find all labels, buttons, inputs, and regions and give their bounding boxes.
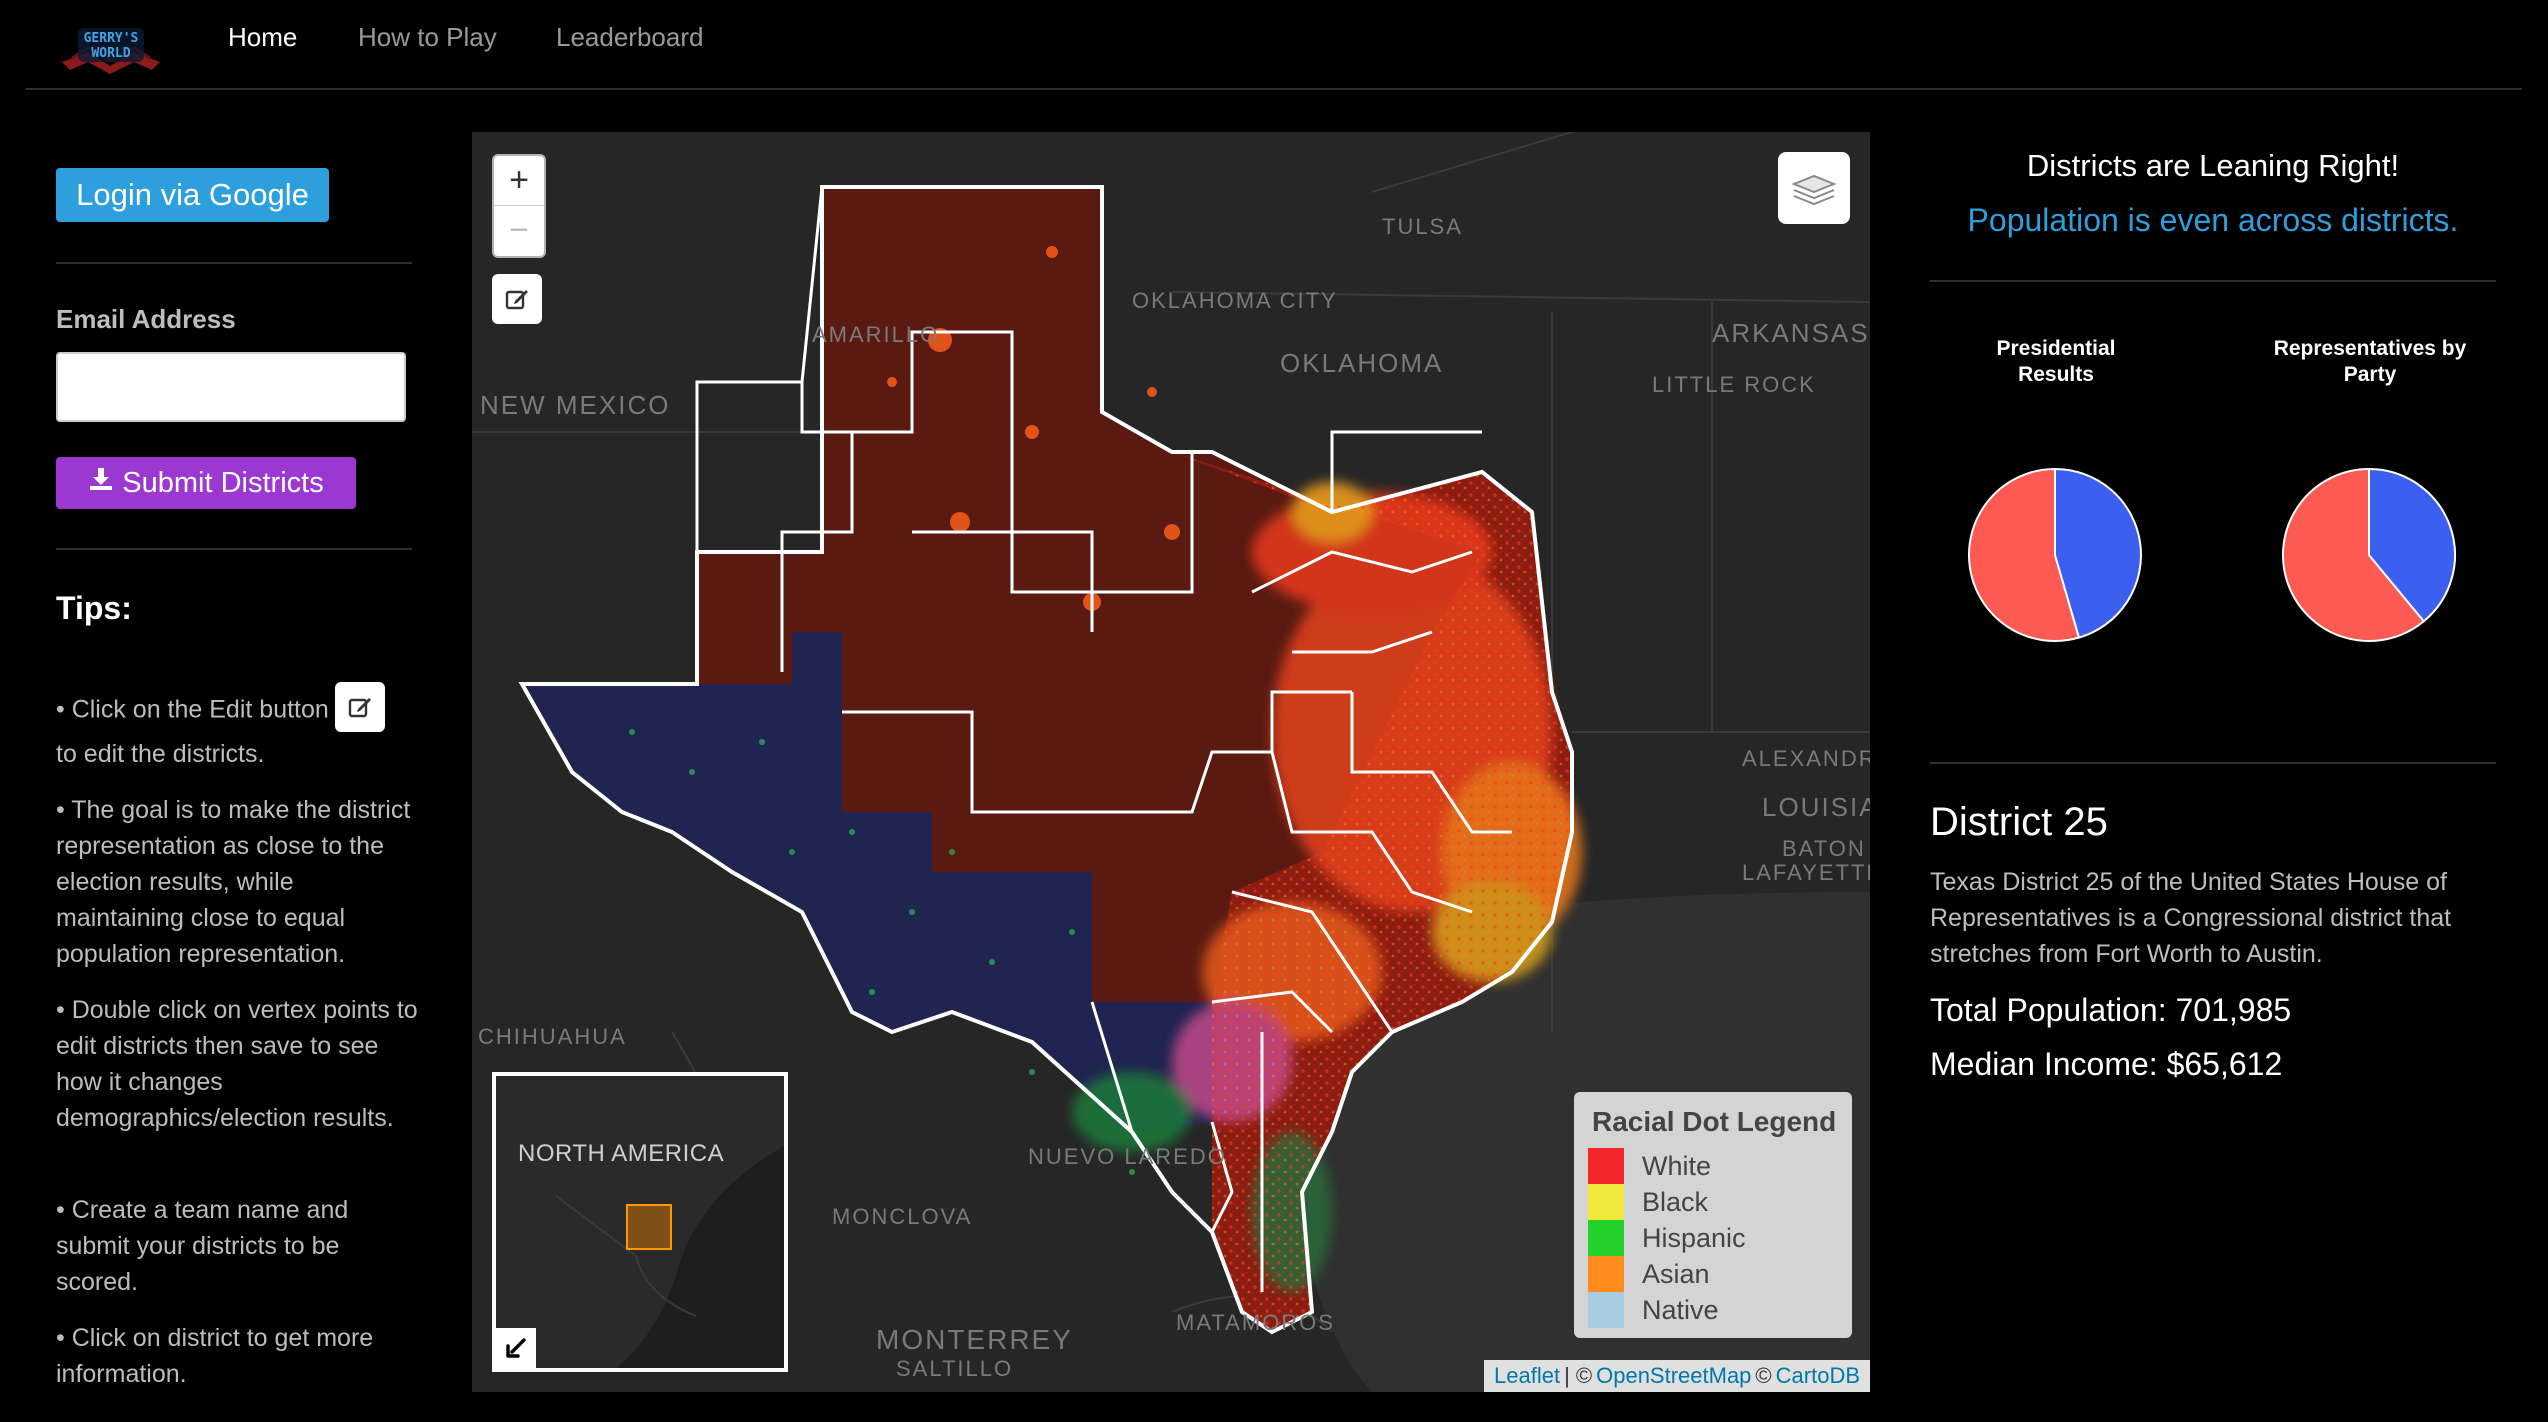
attribution-separator: | © xyxy=(1564,1363,1593,1388)
logo[interactable]: GERRY'S WORLD xyxy=(58,22,164,76)
district-title: District 25 xyxy=(1930,800,2108,844)
map-label: MONTERREY xyxy=(876,1324,1073,1355)
legend-title: Racial Dot Legend xyxy=(1592,1106,1837,1137)
tip-click-district: • Click on district to get more informat… xyxy=(56,1324,374,1388)
svg-text:WORLD: WORLD xyxy=(91,46,130,61)
map-label: SALTILLO xyxy=(896,1356,1014,1381)
zoom-control: + − xyxy=(492,154,546,258)
map-label: LITTLE ROCK xyxy=(1652,372,1816,397)
minimap[interactable]: NORTH AMERICA xyxy=(492,1072,788,1372)
leaflet-link[interactable]: Leaflet xyxy=(1494,1363,1560,1389)
map-label: NUEVO LAREDO xyxy=(1028,1144,1227,1169)
map-label: TULSA xyxy=(1382,214,1463,239)
edit-icon xyxy=(505,290,528,310)
map-label: OKLAHOMA CITY xyxy=(1132,288,1338,313)
legend-label: Asian xyxy=(1642,1258,1710,1289)
email-input[interactable] xyxy=(56,352,406,422)
map-label: CHIHUAHUA xyxy=(478,1024,627,1049)
tip-text: to edit the districts. xyxy=(56,740,265,768)
edit-districts-button[interactable] xyxy=(492,274,542,324)
representatives-by-party-pie[interactable] xyxy=(2280,466,2458,644)
map-label: AMARILLO xyxy=(812,322,940,347)
divider xyxy=(1930,762,2496,764)
minimap-viewport[interactable] xyxy=(626,1204,672,1250)
population-status: Population is even across districts. xyxy=(1967,202,2459,238)
legend-item-white: White xyxy=(1588,1148,1711,1184)
login-google-button[interactable]: Login via Google xyxy=(56,168,329,222)
map-label: NEW MEXICO xyxy=(480,390,671,420)
map-label: LOUISIANA xyxy=(1762,792,1870,822)
navbar-divider xyxy=(26,88,2522,90)
openstreetmap-link[interactable]: OpenStreetMap xyxy=(1596,1363,1751,1389)
submit-districts-button[interactable]: Submit Districts xyxy=(56,457,356,509)
map-label: ALEXANDRIA xyxy=(1742,746,1870,771)
tip-vertex: • Double click on vertex points to edit … xyxy=(56,996,418,1132)
nav-home[interactable]: Home xyxy=(228,22,297,53)
tip-text: • Click on the Edit button xyxy=(56,695,329,724)
legend-label: Native xyxy=(1642,1294,1719,1325)
zoom-in-button[interactable]: + xyxy=(494,156,544,205)
map-label: MONCLOVA xyxy=(832,1204,973,1229)
divider xyxy=(56,262,412,264)
pie-title-presidential: Presidential Results xyxy=(1996,337,2116,386)
legend-item-black: Black xyxy=(1588,1184,1708,1220)
layers-icon xyxy=(1791,174,1837,206)
navbar: GERRY'S WORLD Home How to Play Leaderboa… xyxy=(0,0,2548,90)
minimap-toggle-button[interactable] xyxy=(496,1328,536,1368)
layers-button[interactable] xyxy=(1778,152,1850,224)
cartodb-link[interactable]: CartoDB xyxy=(1776,1363,1860,1389)
legend-swatch xyxy=(1588,1256,1624,1292)
attribution-separator: © xyxy=(1755,1363,1772,1388)
divider xyxy=(56,548,412,550)
collapse-arrow-icon xyxy=(506,1338,526,1358)
zoom-out-button[interactable]: − xyxy=(494,205,544,255)
presidential-results-pie[interactable] xyxy=(1966,466,2144,644)
lean-title: Districts are Leaning Right! xyxy=(2026,148,2400,183)
divider xyxy=(1930,280,2496,282)
map-label: OKLAHOMA xyxy=(1280,348,1444,378)
edit-icon[interactable] xyxy=(334,682,385,732)
map-label: ARKANSAS xyxy=(1712,318,1870,348)
map-label: MATAMOROS xyxy=(1176,1310,1335,1335)
district-median-income: Median Income: $65,612 xyxy=(1930,1046,2283,1082)
district-description: Texas District 25 of the United States H… xyxy=(1930,868,2452,968)
legend-swatch xyxy=(1588,1148,1624,1184)
tip-edit: • Click on the Edit button to edit the d… xyxy=(56,682,426,772)
map-label: LAFAYETTE xyxy=(1742,860,1870,885)
submit-districts-label: Submit Districts xyxy=(122,466,324,499)
nav-how-to-play[interactable]: How to Play xyxy=(358,22,497,53)
legend-swatch xyxy=(1588,1184,1624,1220)
legend-label: Black xyxy=(1642,1186,1709,1217)
district-total-population: Total Population: 701,985 xyxy=(1930,992,2292,1028)
minimap-label: NORTH AMERICA xyxy=(518,1140,725,1167)
legend-swatch xyxy=(1588,1220,1624,1256)
legend-item-asian: Asian xyxy=(1588,1256,1710,1292)
district-map[interactable]: TULSA OKLAHOMA CITY OKLAHOMA ARKANSAS LI… xyxy=(472,132,1870,1392)
logo-graphic: GERRY'S WORLD xyxy=(62,28,160,74)
legend-label: Hispanic xyxy=(1642,1222,1746,1253)
pie-title-representatives: Representatives by Party xyxy=(2273,337,2467,386)
nav-leaderboard[interactable]: Leaderboard xyxy=(556,22,703,53)
map-attribution: Leaflet | © OpenStreetMap © CartoDB xyxy=(1484,1360,1870,1392)
tip-team: • Create a team name and submit your dis… xyxy=(56,1196,349,1296)
legend-swatch xyxy=(1588,1292,1624,1328)
email-label: Email Address xyxy=(56,304,236,334)
legend-item-hispanic: Hispanic xyxy=(1588,1220,1746,1256)
tips-title: Tips: xyxy=(56,590,132,626)
tip-goal: • The goal is to make the district repre… xyxy=(56,796,411,968)
racial-dot-legend: Racial Dot Legend White Black Hispanic A… xyxy=(1574,1092,1852,1338)
legend-label: White xyxy=(1642,1150,1712,1181)
download-icon xyxy=(88,466,114,500)
legend-item-native: Native xyxy=(1588,1292,1719,1328)
map-label: BATON ROUGE xyxy=(1782,836,1870,861)
svg-text:GERRY'S: GERRY'S xyxy=(84,31,139,46)
